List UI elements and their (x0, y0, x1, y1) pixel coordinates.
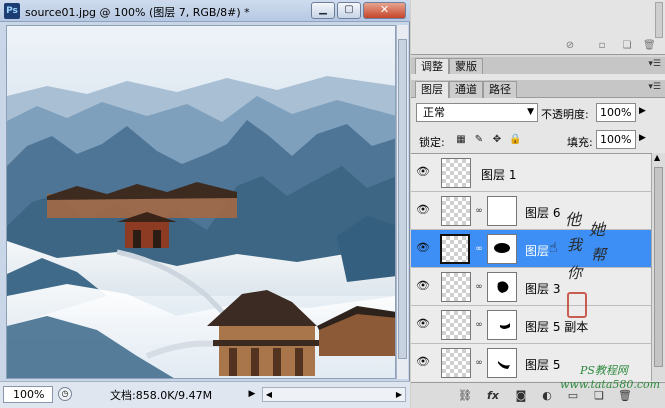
opacity-slider-arrow-icon[interactable]: ▶ (639, 106, 646, 116)
mask-shape-icon (494, 243, 510, 253)
opacity-field[interactable]: 100% (596, 103, 636, 122)
upper-panel: ⊘ ▫ ❏ 🗑 (411, 0, 665, 55)
layer-row[interactable]: 👁 ∞ 图层 3 (411, 268, 651, 306)
layer-mask-thumbnail[interactable] (487, 348, 517, 378)
document-info: 文档:858.0K/9.47M (110, 389, 213, 402)
scroll-up-arrow-icon[interactable]: ▲ (654, 153, 660, 162)
mask-shape-icon (497, 281, 509, 293)
fill-field[interactable]: 100% (596, 130, 636, 149)
adjustment-layer-icon[interactable]: ◐ (539, 388, 555, 404)
layer-thumbnail (441, 310, 471, 340)
layer-mask-thumbnail[interactable] (487, 196, 517, 226)
layer-thumbnail (441, 348, 471, 378)
blend-mode-select[interactable]: 正常 ▼ (416, 103, 538, 122)
layer-name: 图层 1 (481, 168, 517, 182)
layer-name: 图层 5 (525, 358, 561, 372)
layer-thumbnail (440, 234, 470, 264)
eye-icon[interactable]: 👁 (415, 165, 431, 179)
layers-panel: 正常 ▼ 不透明度: 100% ▶ 锁定: ▦ ✎ ✥ 🔒 填充: 100% ▶… (411, 98, 665, 408)
layer-mask-thumbnail[interactable] (487, 272, 517, 302)
document-titlebar[interactable]: Ps source01.jpg @ 100% (图层 7, RGB/8#) * … (0, 0, 410, 22)
layer-list: 👁 图层 1 👁 ∞ 图层 6 👁 ∞ 图层 ☝ 👁 ∞ 图层 3 👁 ∞ 图层… (411, 153, 651, 381)
new-item-icon[interactable]: ▫ (596, 40, 608, 52)
layer-mask-thumbnail[interactable] (487, 310, 517, 340)
panel-dock: ⊘ ▫ ❏ 🗑 调整 蒙版 ▾☰ 图层 通道 路径 ▾☰ 正常 ▼ 不透明度: … (411, 0, 665, 408)
scroll-left-arrow-icon[interactable]: ◀ (263, 388, 275, 401)
landscape-image (7, 26, 395, 378)
eye-icon[interactable]: 👁 (415, 279, 431, 293)
tab-paths[interactable]: 路径 (483, 81, 517, 98)
close-button[interactable]: ✕ (363, 2, 406, 19)
lock-position-move-icon[interactable]: ✥ (491, 133, 503, 146)
adjust-tabbar: 调整 蒙版 ▾☰ (411, 57, 665, 76)
photoshop-workspace: Ps source01.jpg @ 100% (图层 7, RGB/8#) * … (0, 0, 665, 408)
document-window: Ps source01.jpg @ 100% (图层 7, RGB/8#) * … (0, 0, 410, 408)
status-menu-arrow-icon[interactable]: ▶ (246, 387, 258, 401)
layers-toolbar: ⛓ fx ◙ ◐ ▭ ❏ 🗑 (411, 382, 665, 408)
add-mask-icon[interactable]: ◙ (513, 388, 529, 404)
layer-style-fx-icon[interactable]: fx (485, 388, 501, 404)
eye-icon[interactable]: 👁 (415, 203, 431, 217)
fill-label: 填充: (567, 136, 593, 149)
mask-shape-icon (498, 361, 510, 369)
status-info-icon[interactable]: ◷ (58, 387, 72, 401)
layer-name: 图层 6 (525, 206, 561, 220)
mask-link-chain-icon[interactable]: ∞ (475, 243, 483, 255)
layer-name: 图层 (525, 244, 550, 258)
mask-shape-icon (500, 323, 510, 329)
delete-layer-trash-icon[interactable]: 🗑 (617, 388, 633, 404)
mask-link-chain-icon[interactable]: ∞ (475, 319, 483, 331)
panel-menu-icon[interactable]: ▾☰ (648, 59, 661, 69)
link-layers-icon[interactable]: ⛓ (457, 388, 473, 404)
photoshop-logo-icon: Ps (4, 3, 20, 19)
opacity-label: 不透明度: (541, 108, 589, 121)
lock-image-brush-icon[interactable]: ✎ (473, 133, 485, 146)
layer-list-scrollbar[interactable]: ▲ (651, 153, 665, 381)
zoom-field[interactable]: 100% (3, 386, 53, 403)
canvas-horizontal-scrollbar[interactable]: ◀ ▶ (262, 387, 406, 402)
scroll-right-arrow-icon[interactable]: ▶ (393, 388, 405, 401)
layer-name: 图层 3 (525, 282, 561, 296)
tab-layers[interactable]: 图层 (415, 81, 449, 99)
layer-row-selected[interactable]: 👁 ∞ 图层 ☝ (411, 230, 651, 268)
new-layer-icon[interactable]: ❏ (591, 388, 607, 404)
lock-label: 锁定: (419, 136, 445, 149)
lock-transparent-icon[interactable]: ▦ (455, 133, 467, 146)
tab-masks[interactable]: 蒙版 (449, 58, 483, 75)
document-title: source01.jpg @ 100% (图层 7, RGB/8#) * (25, 6, 250, 19)
upper-panel-scrollbar[interactable] (655, 2, 663, 38)
layer-thumbnail (441, 272, 471, 302)
layers-tabbar: 图层 通道 路径 ▾☰ (411, 80, 665, 99)
no-icon[interactable]: ⊘ (564, 40, 576, 52)
status-bar: 100% ◷ 文档:858.0K/9.47M ▶ ◀ ▶ (0, 381, 410, 408)
layer-mask-thumbnail[interactable] (487, 234, 517, 264)
hand-cursor-icon: ☝ (549, 240, 558, 256)
layer-thumbnail (441, 196, 471, 226)
layer-row[interactable]: 👁 ∞ 图层 5 (411, 344, 651, 381)
image-canvas[interactable] (6, 25, 396, 379)
eye-icon[interactable]: 👁 (415, 355, 431, 369)
mask-link-chain-icon[interactable]: ∞ (475, 205, 483, 217)
layer-row[interactable]: 👁 ∞ 图层 5 副本 (411, 306, 651, 344)
chevron-down-icon: ▼ (527, 107, 534, 117)
layer-thumbnail (441, 158, 471, 188)
fill-slider-arrow-icon[interactable]: ▶ (639, 133, 646, 143)
canvas-vertical-scrollbar[interactable] (396, 25, 408, 379)
lock-all-icon[interactable]: 🔒 (509, 133, 521, 146)
layers-menu-icon[interactable]: ▾☰ (648, 82, 661, 92)
blend-mode-value: 正常 (423, 106, 445, 119)
layer-row[interactable]: 👁 图层 1 (411, 154, 651, 192)
trash-icon[interactable]: 🗑 (643, 40, 656, 52)
minimize-button[interactable]: ▁ (311, 2, 335, 19)
duplicate-icon[interactable]: ❏ (621, 40, 633, 52)
maximize-button[interactable]: ▢ (337, 2, 361, 19)
eye-icon[interactable]: 👁 (415, 317, 431, 331)
layer-name: 图层 5 副本 (525, 320, 589, 334)
mask-link-chain-icon[interactable]: ∞ (475, 281, 483, 293)
tab-channels[interactable]: 通道 (449, 81, 483, 98)
eye-icon[interactable]: 👁 (415, 241, 431, 255)
mask-link-chain-icon[interactable]: ∞ (475, 357, 483, 369)
new-group-folder-icon[interactable]: ▭ (565, 388, 581, 404)
layer-row[interactable]: 👁 ∞ 图层 6 (411, 192, 651, 230)
